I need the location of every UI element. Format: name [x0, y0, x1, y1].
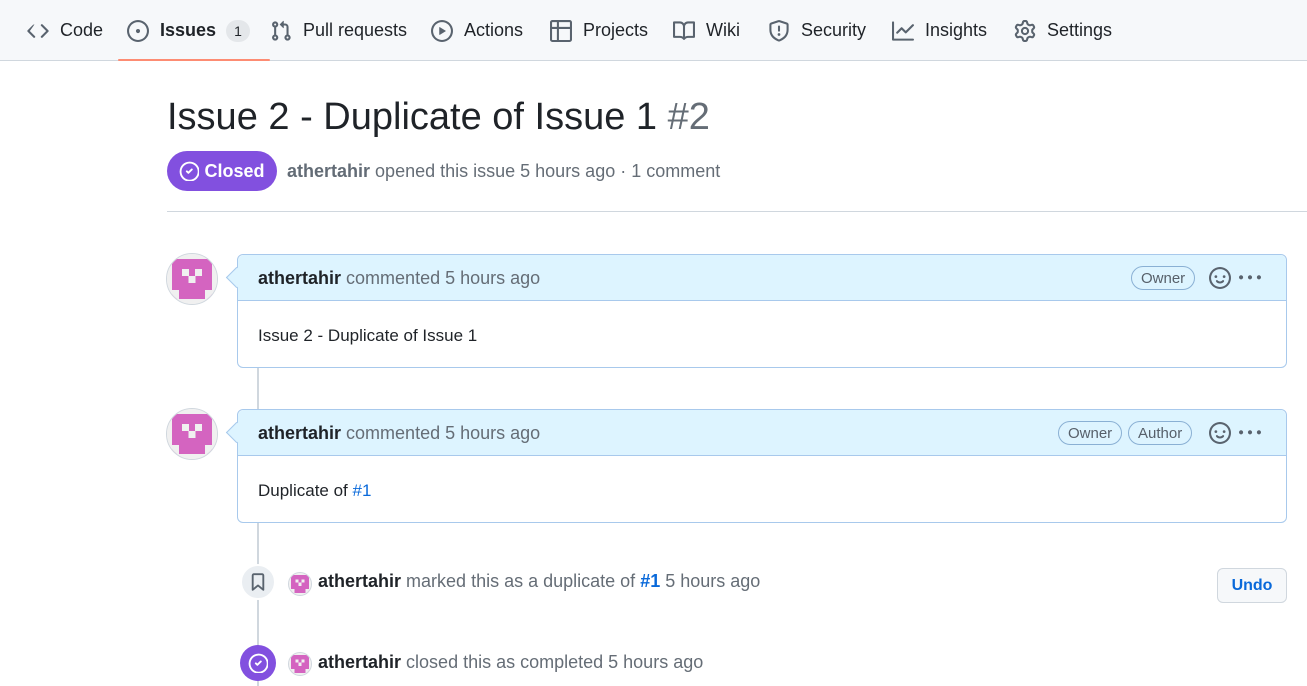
bookmark-icon — [251, 573, 265, 591]
comment-header: athertahir commented 5 hours ago Owner A… — [238, 410, 1286, 456]
event-author[interactable]: athertahir — [318, 652, 401, 672]
tab-projects[interactable]: Projects — [550, 0, 648, 61]
issue-opened-icon — [127, 19, 149, 42]
identicon-avatar — [167, 254, 217, 304]
smiley-icon[interactable] — [1208, 266, 1232, 290]
avatar[interactable] — [166, 408, 218, 460]
comment-timestamp[interactable]: commented 5 hours ago — [346, 268, 540, 288]
issue-reference-link[interactable]: #1 — [353, 481, 372, 500]
event-timestamp[interactable]: 5 hours ago — [665, 571, 760, 591]
tab-code[interactable]: Code — [27, 0, 103, 61]
mini-avatar[interactable] — [288, 652, 312, 676]
mini-avatar[interactable] — [288, 572, 312, 596]
tab-security-label: Security — [801, 20, 867, 40]
comment-author[interactable]: athertahir — [258, 268, 341, 288]
owner-badge: Owner — [1131, 266, 1196, 290]
smiley-icon[interactable] — [1208, 421, 1232, 445]
tab-security[interactable]: Security — [768, 0, 866, 61]
issue-author-link[interactable]: athertahir — [287, 161, 370, 181]
tab-issues[interactable]: Issues 1 — [117, 0, 271, 61]
table-icon — [550, 19, 572, 42]
issue-title: Issue 2 - Duplicate of Issue 1 #2 — [167, 96, 710, 139]
tab-issues-label: Issues — [160, 20, 217, 40]
play-icon — [431, 19, 453, 42]
event-action: marked this as a duplicate of — [406, 571, 636, 591]
tab-wiki[interactable]: Wiki — [673, 0, 740, 61]
comment-1: athertahir commented 5 hours ago Owner I… — [237, 254, 1287, 368]
tab-code-label: Code — [60, 20, 104, 40]
tab-pull-requests-label: Pull requests — [303, 20, 408, 40]
comment-author-line: athertahir commented 5 hours ago — [258, 423, 540, 444]
author-badge: Author — [1128, 421, 1193, 445]
comment-header: athertahir commented 5 hours ago Owner — [238, 255, 1286, 301]
issue-state-label: Closed — [204, 160, 265, 181]
comment-body-text: Duplicate of — [258, 481, 348, 500]
issue-number: #2 — [667, 96, 710, 138]
identicon-avatar — [289, 653, 311, 675]
graph-icon — [892, 20, 914, 42]
duplicate-event-text: athertahir marked this as a duplicate of… — [318, 571, 760, 592]
comment-author[interactable]: athertahir — [258, 423, 341, 443]
issue-closed-icon — [248, 653, 268, 673]
comment-body: Duplicate of #1 — [258, 481, 371, 501]
event-author[interactable]: athertahir — [318, 571, 401, 591]
kebab-horizontal-icon[interactable] — [1238, 266, 1262, 290]
tab-actions-label: Actions — [464, 20, 524, 40]
repo-nav: Code Issues 1 Pull requests Actions Proj… — [0, 0, 1307, 61]
avatar[interactable] — [166, 253, 218, 305]
tab-projects-label: Projects — [583, 20, 649, 40]
issue-meta: athertahir opened this issue 5 hours ago… — [287, 161, 720, 182]
closed-event-text: athertahir closed this as completed 5 ho… — [318, 652, 703, 673]
gear-icon — [1014, 19, 1036, 42]
identicon-avatar — [167, 409, 217, 459]
comment-body: Issue 2 - Duplicate of Issue 1 — [258, 326, 478, 345]
tab-wiki-label: Wiki — [706, 20, 740, 40]
shield-icon — [768, 19, 790, 42]
issue-closed-icon — [180, 161, 200, 181]
issues-counter: 1 — [226, 19, 251, 42]
tab-insights-label: Insights — [925, 20, 988, 40]
git-pull-request-icon — [270, 20, 292, 42]
comment-timestamp[interactable]: commented 5 hours ago — [346, 423, 540, 443]
identicon-avatar — [289, 573, 311, 595]
event-badge — [240, 564, 276, 600]
code-icon — [27, 20, 49, 42]
header-divider — [167, 211, 1307, 212]
event-action: closed this as completed 5 hours ago — [406, 652, 704, 672]
tab-actions[interactable]: Actions — [431, 0, 523, 61]
duplicate-issue-link[interactable]: #1 — [640, 571, 660, 591]
tab-settings[interactable]: Settings — [1014, 0, 1112, 61]
issue-meta-text: opened this issue 5 hours ago · 1 commen… — [375, 161, 721, 181]
issue-state-badge: Closed — [167, 151, 277, 191]
tab-pull-requests[interactable]: Pull requests — [270, 0, 407, 61]
tab-insights[interactable]: Insights — [892, 0, 987, 61]
kebab-horizontal-icon[interactable] — [1238, 421, 1262, 445]
tab-settings-label: Settings — [1047, 20, 1113, 40]
comment-2: athertahir commented 5 hours ago Owner A… — [237, 409, 1287, 523]
issue-title-text: Issue 2 - Duplicate of Issue 1 — [167, 96, 658, 138]
owner-badge: Owner — [1058, 421, 1123, 445]
event-badge-closed — [240, 645, 276, 681]
comment-author-line: athertahir commented 5 hours ago — [258, 268, 540, 289]
book-icon — [673, 20, 695, 42]
undo-button[interactable]: Undo — [1217, 568, 1287, 603]
